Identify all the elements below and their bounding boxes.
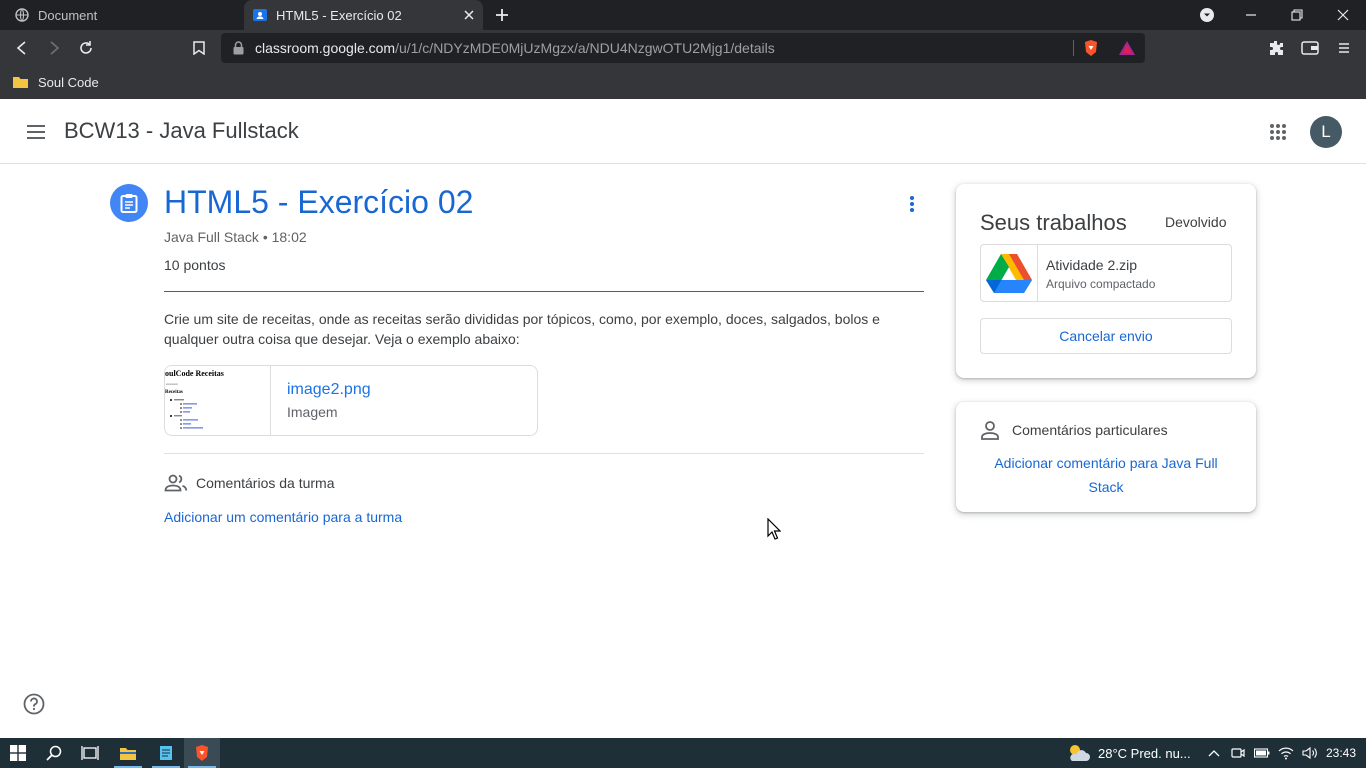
hamburger-menu-icon[interactable] (22, 118, 50, 146)
minimize-icon[interactable] (1228, 0, 1274, 30)
thumbnail-line: ▪▪▪▪▪▪▪▪▪▪▪ (166, 382, 178, 386)
chevron-up-icon[interactable] (1202, 738, 1226, 768)
avatar[interactable]: L (1310, 116, 1342, 148)
notepad-icon[interactable] (148, 738, 184, 768)
status-badge: Devolvido (1165, 214, 1227, 230)
attachment-type: Imagem (287, 404, 338, 420)
tab-search-icon[interactable] (1184, 0, 1230, 30)
task-view-icon[interactable] (72, 738, 108, 768)
private-comments-header: Comentários particulares (980, 420, 1168, 440)
attachment-filename[interactable]: image2.png (287, 381, 371, 399)
your-work-card: Seus trabalhos Devolvido Atividade 2.zip… (956, 184, 1256, 378)
browser-tab-bar: Document HTML5 - Exercício 02 (0, 0, 1366, 30)
attachment-thumbnail: oulCode Receitas ▪▪▪▪▪▪▪▪▪▪▪ Receitas (165, 366, 271, 435)
bookmark-label: Soul Code (38, 74, 99, 90)
folder-icon (12, 75, 29, 89)
address-bar[interactable]: classroom.google.com/u/1/c/NDYzMDE0MjUzM… (221, 33, 1145, 63)
windows-taskbar: 28°C Pred. nu... 23:43 (0, 738, 1366, 768)
globe-icon (14, 7, 30, 23)
close-icon[interactable] (461, 7, 477, 23)
bookmarks-bar: Soul Code (0, 66, 1366, 99)
close-window-icon[interactable] (1320, 0, 1366, 30)
bookmark-soul-code[interactable]: Soul Code (12, 72, 99, 92)
assignment-title: HTML5 - Exercício 02 (164, 184, 474, 220)
help-icon[interactable] (22, 692, 46, 716)
windows-start-icon[interactable] (0, 738, 36, 768)
assignment-description: Crie um site de receitas, onde as receit… (164, 311, 880, 347)
person-icon (980, 420, 1002, 440)
people-icon (164, 472, 188, 494)
new-tab-button[interactable] (492, 5, 512, 25)
brave-rewards-icon[interactable] (1118, 40, 1136, 61)
brave-shields-icon[interactable] (1083, 39, 1099, 62)
omnibox-separator (1073, 40, 1074, 56)
your-work-title: Seus trabalhos (980, 210, 1127, 235)
browser-menu-icon[interactable] (1332, 36, 1356, 60)
assignment-points: 10 pontos (164, 257, 226, 273)
extensions-icon[interactable] (1264, 36, 1288, 60)
lock-icon (233, 41, 245, 55)
volume-icon[interactable] (1298, 738, 1322, 768)
thumbnail-title: oulCode Receitas (165, 369, 224, 378)
submitted-file-name: Atividade 2.zip (1046, 257, 1138, 273)
thumbnail-subtitle: Receitas (165, 390, 183, 395)
tab-title: HTML5 - Exercício 02 (276, 7, 402, 23)
brave-browser-icon[interactable] (184, 738, 220, 768)
private-comments-label: Comentários particulares (1012, 422, 1168, 438)
divider (164, 291, 924, 292)
bookmark-icon[interactable] (187, 36, 211, 60)
thumbnail-list (170, 399, 203, 429)
cancel-submission-button[interactable]: Cancelar envio (980, 318, 1232, 354)
forward-icon[interactable] (42, 36, 66, 60)
app-header: BCW13 - Java Fullstack (0, 99, 1366, 164)
google-drive-icon (981, 245, 1038, 301)
mouse-cursor-icon (767, 517, 782, 540)
class-title[interactable]: BCW13 - Java Fullstack (64, 118, 299, 144)
url-host: classroom.google.com (255, 40, 396, 56)
battery-icon[interactable] (1250, 738, 1274, 768)
search-icon[interactable] (36, 738, 72, 768)
divider (164, 453, 924, 454)
weather-widget[interactable]: 28°C Pred. nu... (1066, 738, 1191, 768)
clock[interactable]: 23:43 (1326, 738, 1356, 768)
submitted-file[interactable]: Atividade 2.zip Arquivo compactado (980, 244, 1232, 302)
url-path: /u/1/c/NDYzMDE0MjUzMgzx/a/NDU4NzgwOTU2Mj… (395, 40, 775, 56)
more-options-icon[interactable] (900, 192, 924, 216)
partly-cloudy-icon (1070, 745, 1090, 761)
file-explorer-icon[interactable] (110, 738, 146, 768)
browser-toolbar: classroom.google.com/u/1/c/NDYzMDE0MjUzM… (0, 30, 1366, 66)
restore-icon[interactable] (1274, 0, 1320, 30)
url-text: classroom.google.com/u/1/c/NDYzMDE0MjUzM… (255, 40, 775, 56)
classroom-favicon-icon (252, 7, 268, 23)
meet-now-icon[interactable] (1226, 738, 1250, 768)
class-comments-label: Comentários da turma (196, 475, 335, 491)
class-comments-header: Comentários da turma (164, 472, 335, 494)
assignment-icon (110, 184, 148, 222)
add-class-comment-link[interactable]: Adicionar um comentário para a turma (164, 509, 402, 525)
weather-text: 28°C Pred. nu... (1098, 745, 1191, 761)
submitted-file-type: Arquivo compactado (1046, 277, 1156, 291)
reload-icon[interactable] (74, 36, 98, 60)
attachment-card[interactable]: oulCode Receitas ▪▪▪▪▪▪▪▪▪▪▪ Receitas im… (164, 365, 538, 436)
add-private-comment-link[interactable]: Adicionar comentário para Java Full Stac… (980, 451, 1232, 499)
back-icon[interactable] (10, 36, 34, 60)
tab-title: Document (38, 7, 98, 23)
private-comments-card: Comentários particulares Adicionar comen… (956, 402, 1256, 512)
tab-classroom[interactable]: HTML5 - Exercício 02 (244, 0, 483, 30)
assignment-meta: Java Full Stack • 18:02 (164, 229, 307, 245)
google-apps-icon[interactable] (1264, 118, 1292, 146)
wallet-icon[interactable] (1298, 36, 1322, 60)
tab-document[interactable]: Document (0, 0, 242, 30)
wifi-icon[interactable] (1274, 738, 1298, 768)
